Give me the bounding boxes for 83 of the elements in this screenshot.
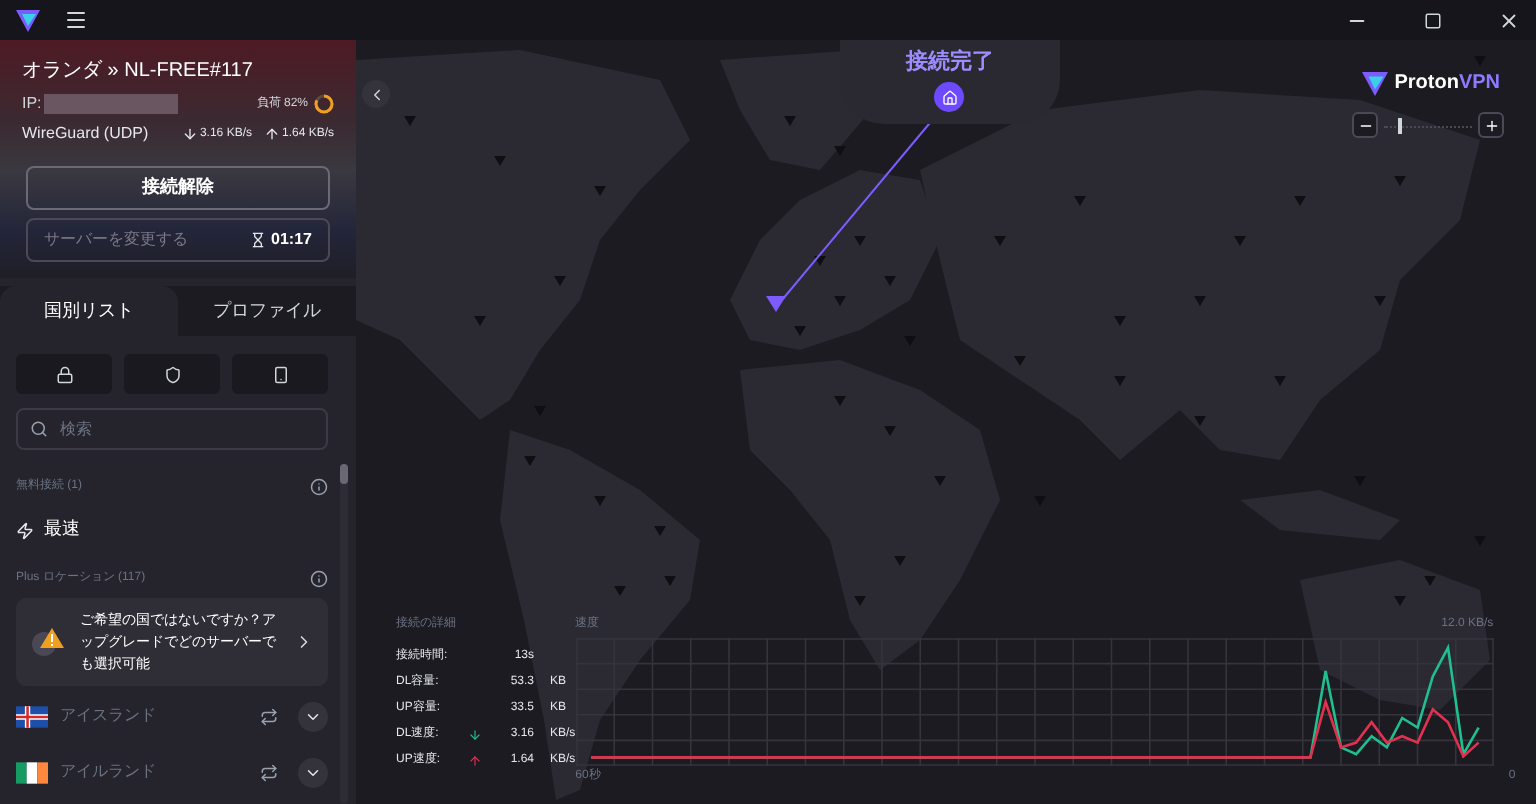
secure-core-filter-button[interactable] xyxy=(16,354,112,394)
server-marker-icon[interactable] xyxy=(1374,296,1386,306)
disconnect-button[interactable]: 接続解除 xyxy=(26,166,330,210)
upload-icon xyxy=(468,754,482,768)
repeat-icon[interactable] xyxy=(260,707,278,725)
flag-icon xyxy=(16,705,48,727)
server-marker-icon[interactable] xyxy=(614,586,626,596)
search-input[interactable]: 検索 xyxy=(60,417,280,441)
scrollbar-thumb[interactable] xyxy=(340,464,348,484)
server-marker-icon[interactable] xyxy=(524,456,536,466)
expand-button[interactable] xyxy=(298,757,328,787)
server-marker-icon[interactable] xyxy=(834,296,846,306)
flag-icon xyxy=(16,761,48,783)
server-marker-icon[interactable] xyxy=(834,396,846,406)
server-marker-icon[interactable] xyxy=(794,326,806,336)
zoom-in-button[interactable] xyxy=(1478,112,1504,138)
server-marker-icon[interactable] xyxy=(784,116,796,126)
zoom-out-button[interactable] xyxy=(1352,112,1378,138)
server-marker-icon[interactable] xyxy=(1394,596,1406,606)
location-marker-icon[interactable] xyxy=(766,296,786,312)
repeat-icon[interactable] xyxy=(260,763,278,781)
brand-logo: ProtonVPN xyxy=(1394,70,1500,98)
server-marker-icon[interactable] xyxy=(1114,316,1126,326)
hourglass-icon xyxy=(249,232,266,248)
info-icon[interactable] xyxy=(310,569,328,587)
plus-icon xyxy=(1483,117,1499,133)
redacted-ip xyxy=(43,94,178,114)
server-marker-icon[interactable] xyxy=(934,476,946,486)
server-marker-icon[interactable] xyxy=(664,576,676,586)
close-icon[interactable] xyxy=(1498,9,1520,31)
server-marker-icon[interactable] xyxy=(994,236,1006,246)
zoom-slider[interactable] xyxy=(1384,115,1472,135)
server-marker-icon[interactable] xyxy=(594,186,606,196)
server-marker-icon[interactable] xyxy=(554,276,566,286)
list-tab[interactable]: 国別リスト xyxy=(0,286,178,336)
server-marker-icon[interactable] xyxy=(1394,176,1406,186)
server-marker-icon[interactable] xyxy=(494,156,506,166)
lock-icon xyxy=(55,365,73,383)
logo-icon xyxy=(16,9,40,31)
server-marker-icon[interactable] xyxy=(1194,296,1206,306)
warning-globe-icon xyxy=(30,626,66,658)
logo-icon xyxy=(1362,71,1389,95)
server-marker-icon[interactable] xyxy=(1114,376,1126,386)
connection-status: 接続完了 xyxy=(906,47,994,78)
bolt-icon xyxy=(16,521,34,539)
menu-icon[interactable] xyxy=(64,8,88,32)
load-ring-icon xyxy=(314,94,334,114)
upload-icon xyxy=(263,126,280,142)
server-marker-icon[interactable] xyxy=(474,316,486,326)
server-marker-icon[interactable] xyxy=(1234,236,1246,246)
server-marker-icon[interactable] xyxy=(854,236,866,246)
shield-filter-button[interactable] xyxy=(124,354,220,394)
phone-filter-button[interactable] xyxy=(232,354,328,394)
server-marker-icon[interactable] xyxy=(1424,576,1436,586)
download-icon xyxy=(181,126,198,142)
server-marker-icon[interactable] xyxy=(814,256,826,266)
phone-icon xyxy=(271,365,289,383)
server-marker-icon[interactable] xyxy=(884,276,896,286)
server-marker-icon[interactable] xyxy=(654,526,666,536)
expand-button[interactable] xyxy=(298,701,328,731)
server-title: オランダ » NL-FREE#117 xyxy=(22,58,255,84)
server-marker-icon[interactable] xyxy=(1194,416,1206,426)
search-field[interactable]: 検索 xyxy=(16,408,328,450)
server-marker-icon[interactable] xyxy=(1294,196,1306,206)
server-marker-icon[interactable] xyxy=(404,116,416,126)
download-icon xyxy=(468,728,482,742)
countdown-timer: 01:17 xyxy=(271,228,312,252)
server-marker-icon[interactable] xyxy=(1014,356,1026,366)
server-marker-icon[interactable] xyxy=(884,426,896,436)
fastest-item[interactable]: 最速 xyxy=(16,504,328,556)
server-marker-icon[interactable] xyxy=(1274,376,1286,386)
server-marker-icon[interactable] xyxy=(834,146,846,156)
shield-icon xyxy=(163,365,181,383)
server-marker-icon[interactable] xyxy=(854,596,866,606)
info-icon[interactable] xyxy=(310,477,328,495)
search-icon xyxy=(30,420,48,438)
home-icon xyxy=(941,89,957,105)
server-marker-icon[interactable] xyxy=(594,496,606,506)
protocol-label: WireGuard (UDP) xyxy=(22,122,149,146)
server-marker-icon[interactable] xyxy=(894,556,906,566)
ip-label: IP: xyxy=(22,92,42,116)
maximize-icon[interactable] xyxy=(1424,11,1442,29)
server-marker-icon[interactable] xyxy=(1074,196,1086,206)
